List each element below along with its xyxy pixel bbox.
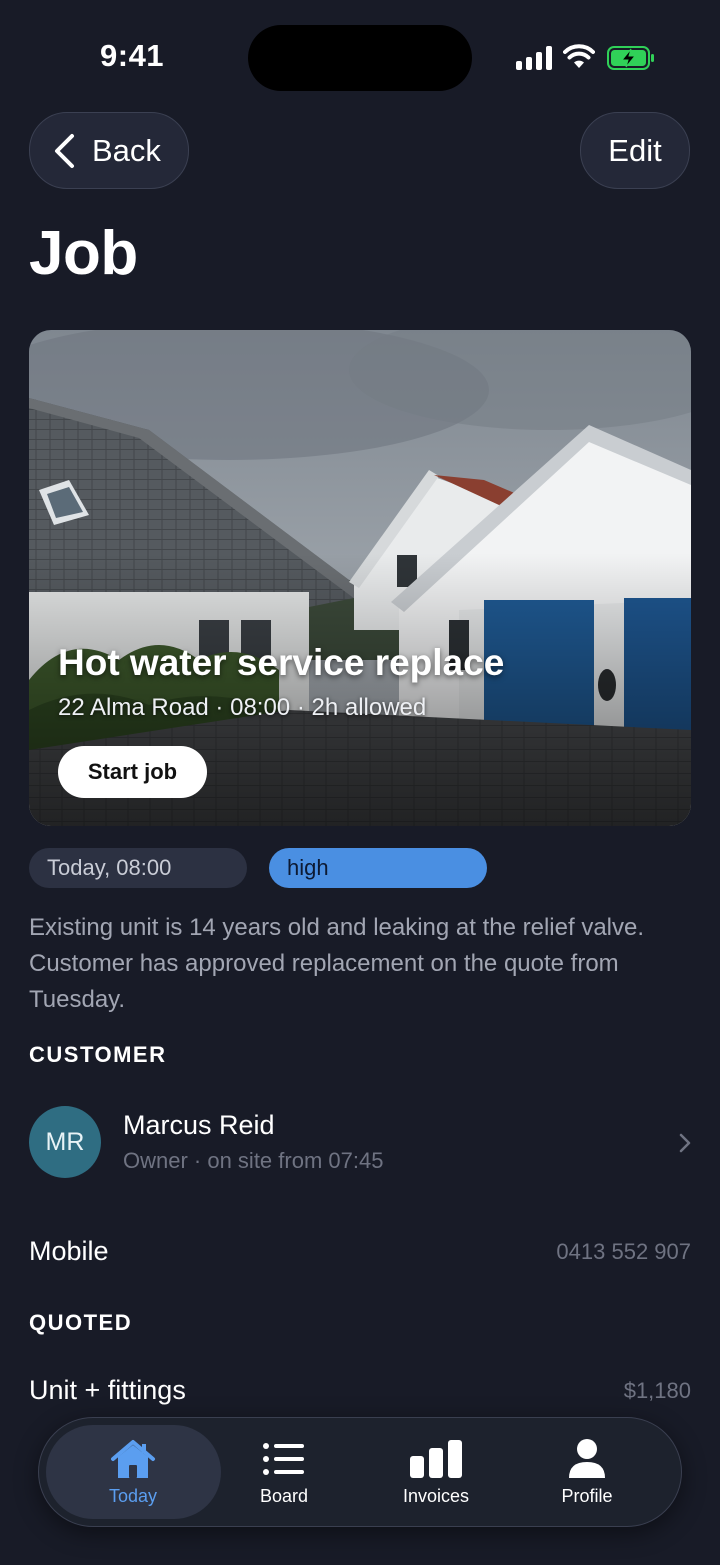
customer-name: Marcus Reid (123, 1110, 275, 1140)
job-hero-card: Hot water service replace 22 Alma Road ·… (29, 330, 691, 826)
quoted-section-label: QUOTED (29, 1310, 133, 1335)
job-description: Existing unit is 14 years old and leakin… (29, 914, 645, 1013)
tab-invoices[interactable]: Invoices (361, 1418, 511, 1525)
tab-profile[interactable]: Profile (512, 1418, 662, 1525)
priority-chip: high (269, 848, 487, 888)
mobile-value: 0413 552 907 (556, 1239, 691, 1264)
status-time: 9:41 (100, 38, 165, 73)
tab-profile-label: Profile (561, 1486, 613, 1506)
tab-today-label: Today (108, 1486, 158, 1506)
quote-item-label: Unit + fittings (29, 1375, 186, 1405)
chevron-right-icon (679, 1133, 691, 1153)
tab-bar: Today Board Invoices Profile (38, 1417, 682, 1527)
mobile-label: Mobile (29, 1236, 109, 1266)
house-icon (111, 1440, 155, 1478)
avatar: MR (29, 1106, 101, 1178)
customer-section-label: CUSTOMER (29, 1042, 167, 1067)
person-icon (569, 1439, 605, 1478)
back-label: Back (92, 132, 161, 168)
edit-label: Edit (608, 132, 662, 168)
back-button[interactable]: Back (29, 112, 189, 189)
tab-today[interactable]: Today (58, 1418, 208, 1525)
edit-button[interactable]: Edit (580, 112, 690, 189)
customer-subtitle: Owner · on site from 07:45 (123, 1148, 384, 1173)
battery-charging-icon (607, 46, 654, 70)
page-title: Job (29, 219, 138, 288)
tab-invoices-label: Invoices (402, 1486, 470, 1506)
dynamic-island (248, 25, 472, 91)
job-subtitle: 22 Alma Road · 08:00 · 2h allowed (58, 694, 427, 721)
list-icon (263, 1443, 304, 1475)
quote-item-value: $1,180 (623, 1378, 691, 1403)
tab-board-label: Board (259, 1486, 309, 1506)
chevron-left-icon (55, 133, 74, 168)
job-detail-screen: 9:41 Back Edit Job Hot water service rep… (0, 0, 720, 1565)
cellular-signal-icon (516, 46, 552, 70)
start-job-button[interactable]: Start job (58, 746, 207, 798)
wifi-icon (563, 44, 595, 68)
job-title: Hot water service replace (58, 642, 505, 683)
schedule-chip: Today, 08:00 (29, 848, 247, 888)
tab-board[interactable]: Board (209, 1418, 359, 1525)
bar-chart-icon (410, 1440, 462, 1478)
